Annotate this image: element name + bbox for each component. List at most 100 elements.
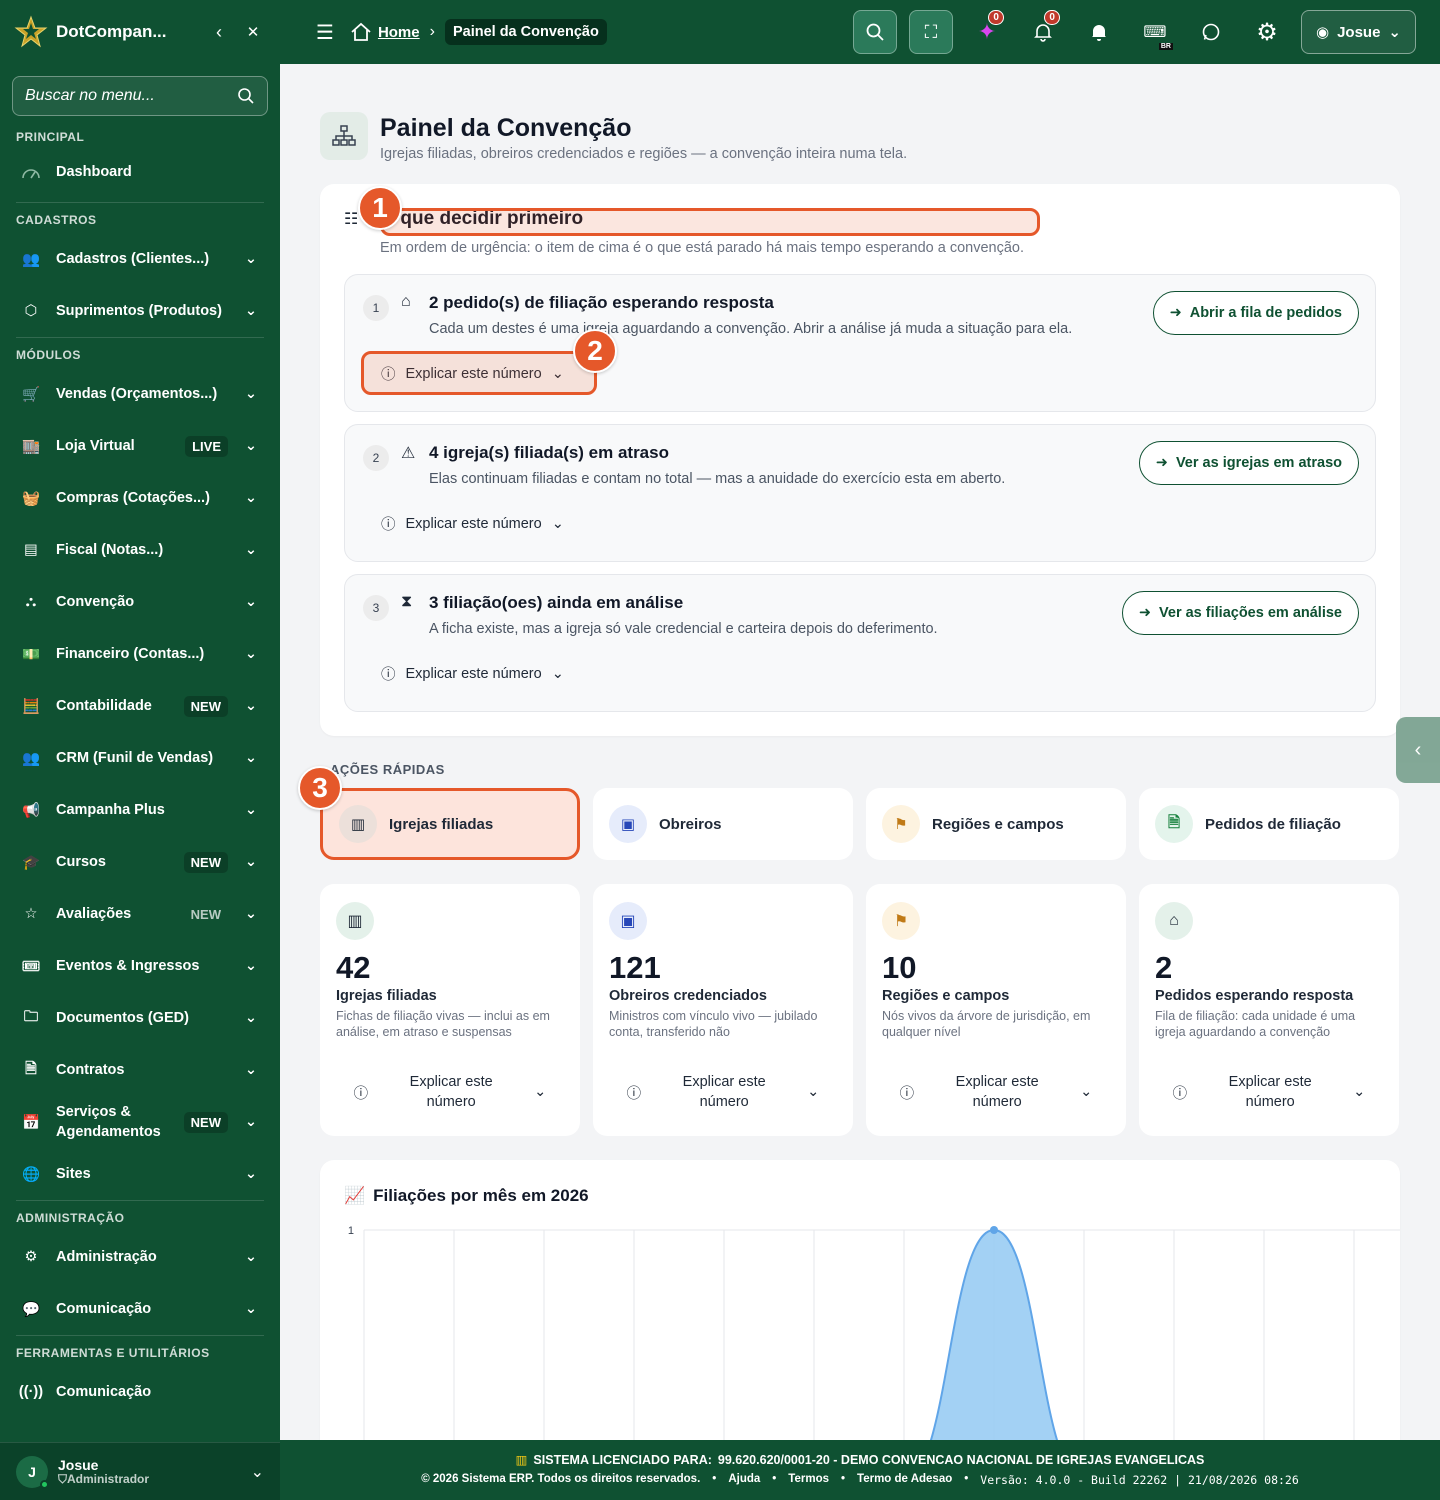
ai-count-badge: 0 <box>988 10 1004 25</box>
collapse-sidebar-icon[interactable]: ‹ <box>206 19 232 45</box>
view-pending-affiliations-button[interactable]: ➜ Ver as filiações em análise <box>1121 591 1359 635</box>
chart-title: Filiações por mês em 2026 <box>373 1186 589 1205</box>
section-ferramentas: FERRAMENTAS E UTILITÁRIOS <box>16 1346 210 1360</box>
sidebar-item-sites[interactable]: 🌐 Sites ⌄ <box>0 1148 280 1200</box>
version-info: Versão: 4.0.0 - Build 22262 | 21/08/2026… <box>980 1473 1299 1487</box>
hierarchy-icon <box>320 112 368 160</box>
user-menu-button[interactable]: ◉ Josue ⌄ <box>1300 10 1416 54</box>
affiliations-chart-card: 📈 Filiações por mês em 2026 1 <box>320 1160 1400 1440</box>
user-role: Administrador <box>67 1471 150 1486</box>
settings-button[interactable]: ⚙ <box>1245 10 1289 54</box>
sidebar-item-servicos[interactable]: 📅 Serviços & Agendamentos NEW ⌄ <box>0 1096 280 1148</box>
side-panel-handle[interactable]: ‹ <box>1396 717 1440 783</box>
new-badge: NEW <box>183 1111 228 1133</box>
quick-actions-title: AÇÕES RÁPIDAS <box>330 762 445 777</box>
sidebar-item-comunicacao[interactable]: 💬 Comunicação ⌄ <box>0 1283 280 1335</box>
menu-icon[interactable]: ☰ <box>316 20 334 45</box>
arrow-circle-right-icon: ➜ <box>1169 305 1182 321</box>
avatar-initial: J <box>28 1463 36 1480</box>
inbox-icon: ⌂ <box>1155 902 1193 940</box>
explain-number-toggle[interactable]: ⓘ Explicar este número ⌄ <box>1139 1072 1399 1112</box>
star-icon: ☆ <box>24 906 38 922</box>
sidebar-item-documentos[interactable]: 🗀 Documentos (GED) ⌄ <box>0 992 280 1044</box>
breadcrumb-home[interactable]: Home <box>350 22 420 42</box>
quick-action-igrejas[interactable]: ▥ Igrejas filiadas <box>320 788 580 860</box>
explain-number-toggle[interactable]: ⓘ Explicar este número ⌄ <box>593 1072 853 1112</box>
sidebar-item-cursos[interactable]: 🎓 Cursos NEW ⌄ <box>0 836 280 888</box>
sidebar-user[interactable]: J Josue ⛉Administrador ⌄ <box>0 1442 280 1500</box>
chevron-down-icon[interactable]: ⌄ <box>251 1462 264 1482</box>
users-icon: 👥 <box>21 750 41 767</box>
signpost-icon: ⚑ <box>882 902 920 940</box>
sidebar-item-fiscal[interactable]: ▤ Fiscal (Notas...) ⌄ <box>0 524 280 576</box>
notifications-button[interactable]: 0 <box>1021 10 1065 54</box>
license-value: 99.620.620/0001-20 - DEMO CONVENCAO NACI… <box>717 1452 1205 1467</box>
copyright: © 2026 Sistema ERP. Todos os direitos re… <box>421 1473 701 1485</box>
sidebar-item-eventos[interactable]: 🎟 Eventos & Ingressos ⌄ <box>0 940 280 992</box>
quick-action-label: Regiões e campos <box>932 815 1064 833</box>
view-overdue-churches-button[interactable]: ➜ Ver as igrejas em atraso <box>1138 441 1359 485</box>
quick-action-regioes[interactable]: ⚑ Regiões e campos <box>866 788 1126 860</box>
sidebar-item-compras[interactable]: 🧺 Compras (Cotações...) ⌄ <box>0 472 280 524</box>
sidebar-item-convencao[interactable]: ⛬ Convenção ⌄ <box>0 576 280 628</box>
chevron-down-icon: ⌄ <box>1080 1084 1093 1100</box>
chart-line <box>929 1228 1059 1440</box>
footer: ▥ SISTEMA LICENCIADO PARA: 99.620.620/0001… <box>280 1440 1440 1500</box>
item-title: 3 filiação(oes) ainda em análise <box>429 593 684 612</box>
ai-assistant-button[interactable]: ✦ 0 <box>965 10 1009 54</box>
fullscreen-button[interactable]: ⛶ <box>908 10 953 54</box>
adhesion-terms-link[interactable]: Termo de Adesao <box>857 1473 952 1487</box>
annotation-badge-1: 1 <box>358 186 402 230</box>
sidebar-item-label: Avaliações <box>56 906 132 922</box>
chevron-down-icon: ⌄ <box>244 251 258 267</box>
user-menu-label: Josue <box>1337 23 1381 41</box>
building-icon: ▥ <box>339 805 377 843</box>
explain-number-toggle[interactable]: ⓘ Explicar este número ⌄ <box>381 663 564 684</box>
affiliations-chart: 1 <box>348 1225 1400 1440</box>
sidebar-item-label: Sites <box>56 1166 91 1182</box>
help-link[interactable]: Ajuda <box>728 1473 760 1487</box>
stat-label: Igrejas filiadas <box>336 988 437 1004</box>
action-label: Ver as igrejas em atraso <box>1175 455 1342 471</box>
trend-up-icon: 📈 <box>344 1186 366 1205</box>
sidebar-item-campanha[interactable]: 📢 Campanha Plus ⌄ <box>0 784 280 836</box>
chevron-down-icon: ⌄ <box>244 802 258 818</box>
alerts-button[interactable] <box>1077 10 1121 54</box>
sidebar-item-suprimentos[interactable]: ⬡ Suprimentos (Produtos) ⌄ <box>0 285 280 337</box>
section-administracao: ADMINISTRAÇÃO <box>16 1211 125 1225</box>
language-button[interactable]: ⌨ BR <box>1133 10 1177 54</box>
chevron-down-icon: ⌄ <box>1388 24 1401 41</box>
terms-link[interactable]: Termos <box>788 1473 829 1487</box>
open-requests-button[interactable]: ➜ Abrir a fila de pedidos <box>1152 291 1359 335</box>
whatsapp-button[interactable] <box>1189 10 1233 54</box>
sidebar-item-loja-virtual[interactable]: 🏬 Loja Virtual LIVE ⌄ <box>0 420 280 472</box>
explain-label: Explicar este número <box>405 665 542 682</box>
sidebar-item-cadastros[interactable]: 👥 Cadastros (Clientes...) ⌄ <box>0 233 280 285</box>
explain-number-toggle[interactable]: ⓘ Explicar este número ⌄ <box>320 1072 580 1112</box>
sidebar-item-label: Administração <box>56 1249 157 1265</box>
user-name: Josue <box>58 1456 99 1473</box>
users-icon: 👥 <box>21 251 41 268</box>
explain-number-toggle[interactable]: ⓘ Explicar este número ⌄ <box>866 1072 1126 1112</box>
sidebar-item-contratos[interactable]: 🗎 Contratos ⌄ <box>0 1044 280 1096</box>
sidebar-item-comunicacao-tools[interactable]: ((·)) Comunicação <box>0 1366 280 1418</box>
stat-card-igrejas: ▥ 42 Igrejas filiadas Fichas de filiação… <box>320 884 580 1136</box>
item-title: 4 igreja(s) filiada(s) em atraso <box>429 443 669 462</box>
chevron-down-icon: ⌄ <box>244 490 258 506</box>
menu-search-input[interactable] <box>25 87 237 105</box>
quick-action-obreiros[interactable]: ▣ Obreiros <box>593 788 853 860</box>
close-icon[interactable]: ✕ <box>240 19 266 45</box>
sidebar-item-financeiro[interactable]: 💵 Financeiro (Contas...) ⌄ <box>0 628 280 680</box>
sidebar-item-crm[interactable]: 👥 CRM (Funil de Vendas) ⌄ <box>0 732 280 784</box>
sidebar-item-dashboard[interactable]: Dashboard <box>0 150 280 194</box>
stat-value: 2 <box>1155 950 1173 985</box>
sidebar-item-contabilidade[interactable]: 🧮 Contabilidade NEW ⌄ <box>0 680 280 732</box>
sidebar-item-vendas[interactable]: 🛒 Vendas (Orçamentos...) ⌄ <box>0 368 280 420</box>
explain-number-toggle[interactable]: ⓘ Explicar este número ⌄ <box>381 513 564 534</box>
sidebar-item-avaliacoes[interactable]: ☆ Avaliações NEW ⌄ <box>0 888 280 940</box>
quick-action-pedidos[interactable]: 🗎 Pedidos de filiação <box>1139 788 1399 860</box>
search-button[interactable] <box>852 10 897 54</box>
sidebar-item-administracao[interactable]: ⚙ Administração ⌄ <box>0 1231 280 1283</box>
main-content: Painel da Convenção Igrejas filiadas, ob… <box>280 64 1440 1440</box>
search-icon[interactable] <box>237 87 255 105</box>
